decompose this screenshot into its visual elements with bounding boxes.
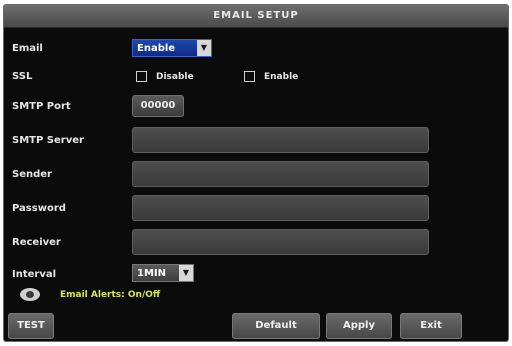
ssl-disable-label: Disable <box>156 72 194 82</box>
dialog-title: EMAIL SETUP <box>4 5 508 28</box>
smtp-server-input[interactable] <box>132 127 429 153</box>
test-button[interactable]: TEST <box>8 313 54 339</box>
ssl-enable-checkbox[interactable] <box>244 71 255 82</box>
email-select-value: Enable <box>137 43 176 54</box>
interval-select[interactable]: 1MIN ▼ <box>132 264 194 282</box>
chevron-down-icon[interactable]: ▼ <box>179 265 193 281</box>
sender-label: Sender <box>12 169 52 180</box>
default-button[interactable]: Default <box>232 313 320 339</box>
exit-button[interactable]: Exit <box>400 313 462 339</box>
receiver-label: Receiver <box>12 237 61 248</box>
receiver-input[interactable] <box>132 229 429 255</box>
ssl-enable-label: Enable <box>264 72 299 82</box>
email-setup-dialog: EMAIL SETUP Email Enable ▼ SSL Disable E… <box>3 4 509 342</box>
smtp-port-input[interactable]: 00000 <box>132 95 184 117</box>
ssl-label: SSL <box>12 71 33 82</box>
interval-label: Interval <box>12 269 57 280</box>
apply-button[interactable]: Apply <box>326 313 392 339</box>
chevron-down-icon[interactable]: ▼ <box>197 40 211 56</box>
email-select[interactable]: Enable ▼ <box>132 39 212 57</box>
smtp-server-label: SMTP Server <box>12 135 84 146</box>
email-label: Email <box>12 43 43 54</box>
eye-icon <box>20 288 40 301</box>
ssl-disable-checkbox[interactable] <box>136 71 147 82</box>
sender-input[interactable] <box>132 161 429 187</box>
email-alerts-status: Email Alerts: On/Off <box>60 290 161 300</box>
interval-select-value: 1MIN <box>137 268 166 279</box>
password-input[interactable] <box>132 195 429 221</box>
smtp-port-label: SMTP Port <box>12 101 71 112</box>
password-label: Password <box>12 203 66 214</box>
